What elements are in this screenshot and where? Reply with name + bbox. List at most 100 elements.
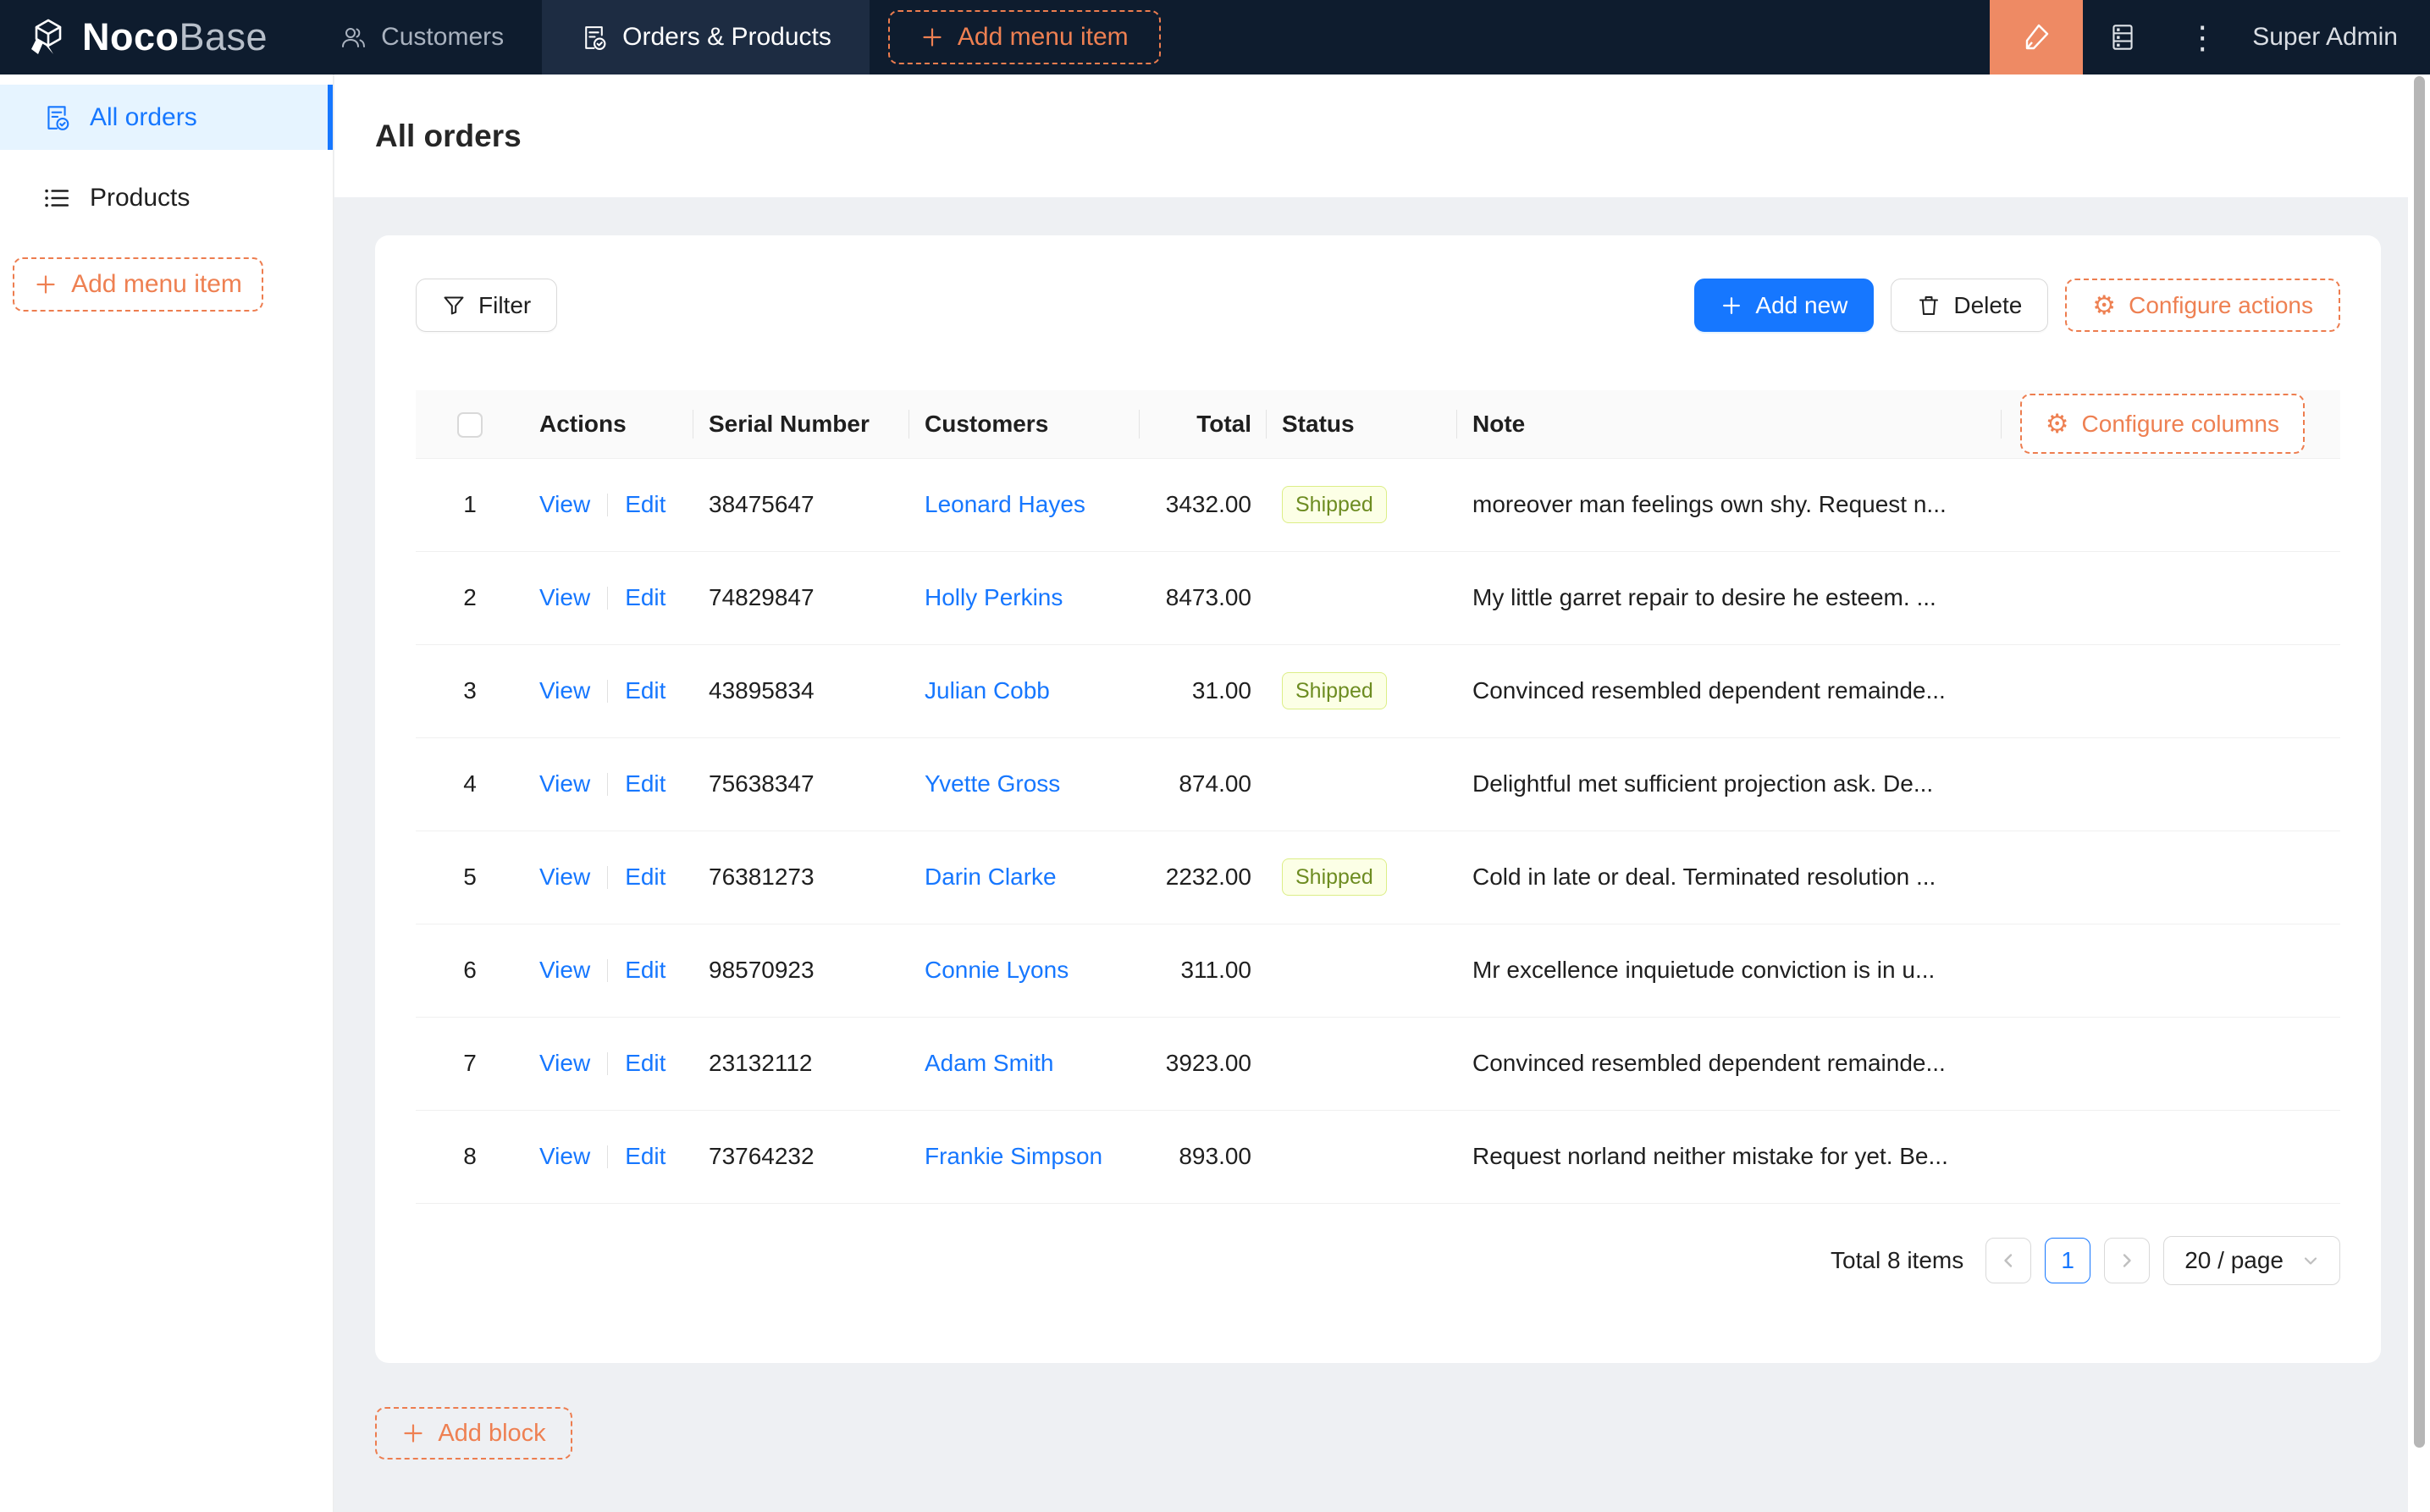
sidebar-item-products[interactable]: Products	[0, 165, 333, 230]
nav-add-menu-item-button[interactable]: Add menu item	[887, 10, 1161, 64]
row-index: 5	[416, 830, 524, 924]
nocobase-logo[interactable]: NocoBase	[0, 15, 301, 59]
sidebar-add-menu-item-button[interactable]: Add menu item	[13, 257, 263, 312]
table-row: 3 View Edit 43895834 Julian Cobb 31.00 Sh…	[416, 644, 2340, 738]
customer-link[interactable]: Connie Lyons	[925, 957, 1069, 983]
status-cell	[1267, 1110, 1457, 1204]
sidebar-item-label: Products	[90, 183, 191, 212]
add-new-button[interactable]: Add new	[1694, 279, 1875, 332]
customer-cell: Holly Perkins	[909, 551, 1140, 645]
pagination: Total 8 items 1 20 / page	[416, 1235, 2340, 1285]
edit-link[interactable]: Edit	[625, 1143, 665, 1169]
edit-link[interactable]: Edit	[625, 584, 665, 610]
row-index: 2	[416, 551, 524, 645]
view-link[interactable]: View	[539, 677, 590, 704]
edit-link[interactable]: Edit	[625, 491, 665, 517]
table-header-row: Actions Serial Number Customers Total St…	[416, 390, 2340, 459]
total-cell: 311.00	[1140, 924, 1267, 1018]
pagination-page-1[interactable]: 1	[2045, 1237, 2091, 1283]
table-row: 5 View Edit 76381273 Darin Clarke 2232.00…	[416, 830, 2340, 924]
view-link[interactable]: View	[539, 584, 590, 610]
serial-cell: 38475647	[693, 458, 909, 552]
column-header-customers: Customers	[909, 390, 1140, 459]
table-row: 4 View Edit 75638347 Yvette Gross 874.00 …	[416, 737, 2340, 831]
status-cell: Shipped	[1267, 830, 1457, 924]
view-link[interactable]: View	[539, 864, 590, 890]
customer-cell: Connie Lyons	[909, 924, 1140, 1018]
view-link[interactable]: View	[539, 1143, 590, 1169]
customer-link[interactable]: Adam Smith	[925, 1050, 1054, 1076]
configure-columns-button[interactable]: ⚙ Configure columns	[2019, 394, 2305, 455]
edit-link[interactable]: Edit	[625, 677, 665, 704]
configure-actions-label: Configure actions	[2129, 291, 2313, 318]
customer-cell: Frankie Simpson	[909, 1110, 1140, 1204]
serial-cell: 74829847	[693, 551, 909, 645]
view-link[interactable]: View	[539, 770, 590, 797]
chevron-left-icon	[2004, 1253, 2013, 1267]
empty-cell	[2002, 830, 2340, 924]
action-divider	[607, 1145, 609, 1168]
configure-columns-label: Configure columns	[2081, 410, 2279, 437]
page-scrollbar[interactable]	[2408, 74, 2430, 1512]
chevron-right-icon	[2123, 1253, 2131, 1267]
user-menu[interactable]: Super Admin	[2242, 23, 2430, 52]
view-link[interactable]: View	[539, 491, 590, 517]
edit-link[interactable]: Edit	[625, 770, 665, 797]
row-index: 1	[416, 458, 524, 552]
api-doc-button[interactable]	[2083, 0, 2162, 74]
status-badge: Shipped	[1282, 858, 1387, 896]
customer-link[interactable]: Holly Perkins	[925, 584, 1063, 610]
nav-item-customers[interactable]: Customers	[301, 0, 542, 74]
nav-add-menu-item-label: Add menu item	[957, 23, 1129, 51]
orders-table-block: Filter Add new Delete ⚙ Configure action…	[375, 235, 2381, 1363]
configure-actions-button[interactable]: ⚙ Configure actions	[2065, 279, 2340, 332]
row-actions: View Edit	[524, 644, 693, 738]
status-badge: Shipped	[1282, 672, 1387, 709]
edit-link[interactable]: Edit	[625, 864, 665, 890]
table-row: 8 View Edit 73764232 Frankie Simpson 893.…	[416, 1110, 2340, 1204]
note-cell: moreover man feelings own shy. Request n…	[1457, 458, 2002, 552]
delete-button[interactable]: Delete	[1891, 279, 2049, 332]
customer-link[interactable]: Darin Clarke	[925, 864, 1057, 890]
note-cell: Delightful met sufficient projection ask…	[1457, 737, 2002, 831]
add-block-button[interactable]: Add block	[375, 1407, 572, 1460]
ui-editor-button[interactable]	[1990, 0, 2084, 74]
customer-link[interactable]: Leonard Hayes	[925, 491, 1085, 517]
select-all-header	[416, 390, 524, 459]
empty-cell	[2002, 551, 2340, 645]
customer-cell: Leonard Hayes	[909, 458, 1140, 552]
customer-link[interactable]: Julian Cobb	[925, 677, 1050, 704]
pagination-prev-button[interactable]	[1985, 1237, 2032, 1283]
status-cell: Shipped	[1267, 644, 1457, 738]
gear-icon: ⚙	[2092, 290, 2117, 320]
note-cell: My little garret repair to desire he est…	[1457, 551, 2002, 645]
page-size-select[interactable]: 20 / page	[2163, 1235, 2340, 1285]
scrollbar-thumb[interactable]	[2414, 76, 2425, 1448]
total-cell: 2232.00	[1140, 830, 1267, 924]
row-index: 7	[416, 1017, 524, 1111]
edit-link[interactable]: Edit	[625, 957, 665, 983]
status-cell	[1267, 924, 1457, 1018]
filter-icon	[442, 294, 466, 317]
filter-button[interactable]: Filter	[416, 279, 558, 332]
configure-columns-header: ⚙ Configure columns	[2002, 390, 2340, 459]
nocobase-logo-icon	[28, 17, 69, 58]
customer-link[interactable]: Frankie Simpson	[925, 1143, 1102, 1169]
status-cell: Shipped	[1267, 458, 1457, 552]
serial-cell: 76381273	[693, 830, 909, 924]
edit-link[interactable]: Edit	[625, 1050, 665, 1076]
sidebar-item-all-orders[interactable]: All orders	[0, 85, 333, 150]
view-link[interactable]: View	[539, 957, 590, 983]
more-menu-button[interactable]: ⋮	[2162, 0, 2242, 74]
row-actions: View Edit	[524, 458, 693, 552]
total-cell: 31.00	[1140, 644, 1267, 738]
plus-icon	[34, 273, 58, 296]
pagination-next-button[interactable]	[2104, 1237, 2151, 1283]
note-cell: Cold in late or deal. Terminated resolut…	[1457, 830, 2002, 924]
customer-link[interactable]: Yvette Gross	[925, 770, 1060, 797]
empty-cell	[2002, 1017, 2340, 1111]
nav-item-orders-products[interactable]: Orders & Products	[542, 0, 870, 74]
view-link[interactable]: View	[539, 1050, 590, 1076]
select-all-checkbox[interactable]	[457, 412, 483, 439]
column-header-actions: Actions	[524, 390, 693, 459]
